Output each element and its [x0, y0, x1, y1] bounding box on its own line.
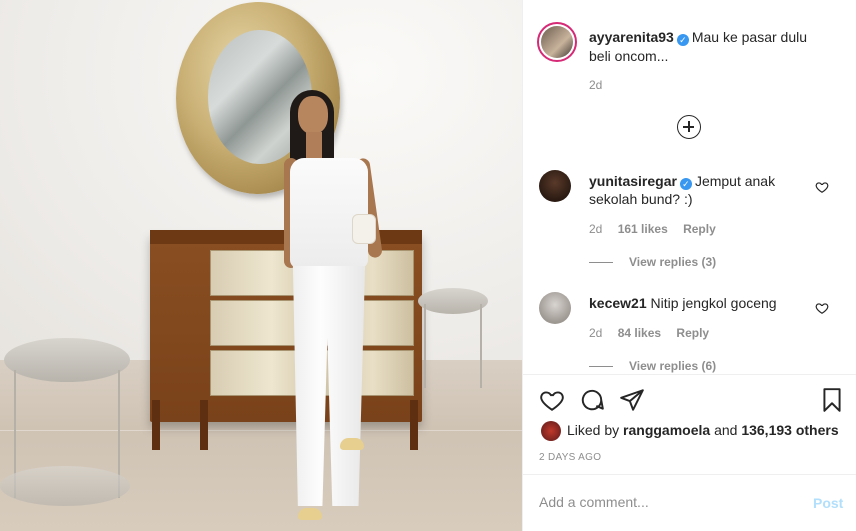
comment-likes[interactable]: 84 likes — [618, 326, 661, 340]
post-side-panel: ayyarenita93 ✓ Mau ke pasar dulu beli onco… — [522, 0, 856, 531]
view-replies-label: View replies (6) — [629, 359, 717, 373]
verified-badge-icon: ✓ — [676, 34, 689, 46]
comment-input[interactable] — [539, 494, 779, 510]
comment-text: Nitip jengkol goceng — [650, 295, 777, 311]
posted-ago: 2 DAYS AGO — [539, 452, 602, 463]
comment-icon[interactable] — [579, 387, 605, 413]
post-comment-button[interactable]: Post — [813, 495, 843, 511]
comment-time: 2d — [589, 222, 603, 236]
comment-time: 2d — [589, 326, 603, 340]
author-avatar[interactable] — [537, 22, 577, 62]
likes-prefix: Liked by — [567, 422, 620, 438]
side-table-right-legs — [424, 304, 482, 388]
side-table-left-base — [0, 466, 130, 506]
reply-button[interactable]: Reply — [676, 326, 709, 340]
divider — [589, 366, 613, 367]
likes-others[interactable]: 136,193 others — [741, 422, 838, 438]
add-circle-icon[interactable] — [677, 115, 701, 139]
post-caption: ayyarenita93 ✓ Mau ke pasar dulu beli onco… — [589, 28, 829, 66]
view-replies-label: View replies (3) — [629, 255, 717, 269]
post-time: 2d — [589, 78, 603, 92]
action-bar — [523, 374, 856, 426]
cabinet-leg — [410, 400, 418, 450]
view-replies-button[interactable]: View replies (3) — [589, 255, 716, 269]
post-photo[interactable] — [0, 0, 522, 531]
liker-avatar[interactable] — [541, 421, 561, 441]
like-comment-icon[interactable] — [815, 180, 829, 194]
bookmark-icon[interactable] — [819, 387, 845, 413]
commenter-avatar[interactable] — [539, 292, 571, 324]
reply-button[interactable]: Reply — [683, 222, 716, 236]
comment-meta: 2d 84 likes Reply — [589, 326, 709, 340]
commenter-username[interactable]: kecew21 — [589, 295, 647, 311]
face — [298, 96, 328, 134]
verified-badge-icon: ✓ — [679, 178, 692, 190]
share-icon[interactable] — [619, 387, 645, 413]
liker-username[interactable]: ranggamoela — [623, 422, 710, 438]
like-comment-icon[interactable] — [815, 301, 829, 315]
cabinet-leg — [200, 400, 208, 450]
cabinet-leg — [152, 400, 160, 450]
commenter-username[interactable]: yunitasiregar — [589, 173, 677, 189]
white-pants — [292, 266, 366, 506]
heart-icon[interactable] — [539, 387, 565, 413]
divider — [589, 262, 613, 263]
add-comment-bar: Post — [523, 474, 856, 531]
shoe — [298, 508, 322, 520]
author-username[interactable]: ayyarenita93 — [589, 29, 674, 45]
view-replies-button[interactable]: View replies (6) — [589, 359, 716, 373]
likes-summary[interactable]: Liked by ranggamoela and 136,193 others — [567, 422, 839, 438]
shoe — [340, 438, 364, 450]
comment-meta: 2d 161 likes Reply — [589, 222, 716, 236]
likes-and: and — [714, 422, 738, 438]
comment-likes[interactable]: 161 likes — [618, 222, 668, 236]
white-top — [290, 158, 368, 268]
clutch-bag — [352, 214, 376, 244]
comment: kecew21 Nitip jengkol goceng — [589, 294, 809, 312]
comment: yunitasiregar ✓ Jemput anak sekolah bund? … — [589, 172, 809, 208]
commenter-avatar[interactable] — [539, 170, 571, 202]
person — [282, 88, 392, 528]
